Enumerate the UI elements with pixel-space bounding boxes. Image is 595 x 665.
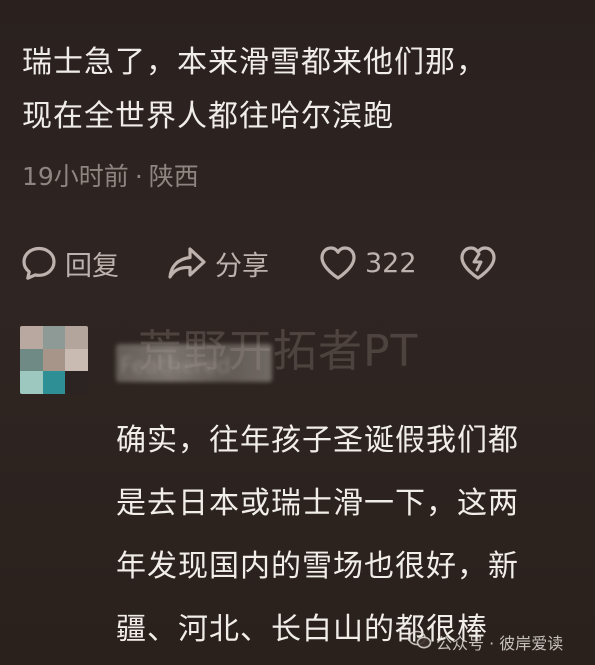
comment-actions: 回复 分享 322 [20,241,580,285]
share-arrow-icon [166,244,208,282]
reply-avatar[interactable] [20,326,88,394]
comment-meta: 19小时前 · 陕西 [22,157,199,193]
comment-line: 瑞士急了，本来滑雪都来他们那， [22,45,487,80]
reply-text: 确实，往年孩子圣诞假我们都 是去日本或瑞士滑一下，这两 年发现国内的雪场也很好，… [116,409,586,661]
broken-heart-icon [458,244,498,282]
heart-icon [318,244,358,282]
reply-line: 年发现国内的雪场也很好，新 [116,549,519,584]
reply-label: 回复 [65,250,119,282]
watermark: 荒野开拓者PT [138,326,419,377]
comment-bubble-icon [20,244,58,282]
share-label: 分享 [215,250,269,282]
comment-text: 瑞士急了，本来滑雪都来他们那， 现在全世界人都往哈尔滨跑 [22,36,582,144]
wechat-watermark: 公众号 · 彼岸爱读 [408,628,563,656]
reply-line: 确实，往年孩子圣诞假我们都 [116,423,519,458]
share-button[interactable]: 分享 [166,241,269,285]
reply-line: 是去日本或瑞士滑一下，这两 [116,486,519,521]
comment-location: 陕西 [148,162,199,191]
reply-button[interactable]: 回复 [20,241,119,285]
comment-time: 19小时前 [22,162,129,191]
like-button[interactable]: 322 [318,241,417,285]
wechat-watermark-text: 公众号 · 彼岸爱读 [436,634,564,653]
wechat-icon [408,630,436,654]
dislike-button[interactable] [458,241,498,285]
comment-line: 现在全世界人都往哈尔滨跑 [22,99,394,134]
like-count: 322 [365,247,417,279]
meta-separator: · [134,162,143,191]
